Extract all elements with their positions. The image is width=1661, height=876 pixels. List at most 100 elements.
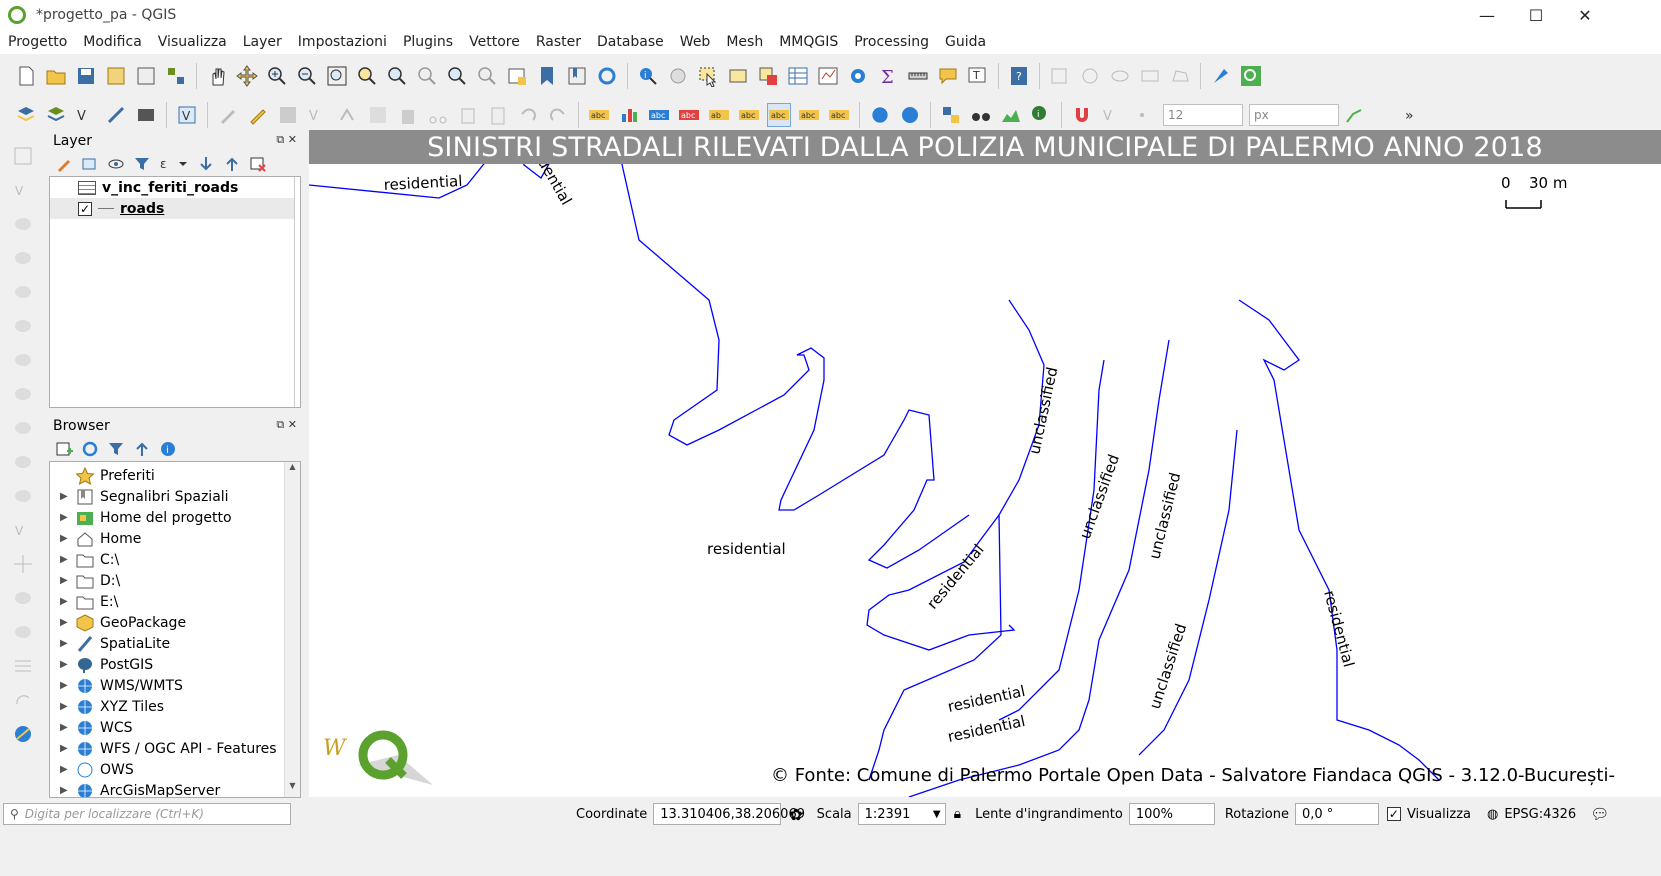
minimize-button[interactable]: —	[1463, 0, 1511, 30]
messages-icon[interactable]: 💬︎	[1590, 805, 1609, 823]
menu-mesh[interactable]: Mesh	[726, 34, 763, 50]
add-raster-layer-icon[interactable]	[44, 103, 68, 127]
layout-manager-icon[interactable]	[134, 64, 158, 88]
select-features-icon[interactable]	[696, 64, 720, 88]
side-tool-11-icon[interactable]	[10, 483, 36, 509]
zoom-in-icon[interactable]	[265, 64, 289, 88]
menu-mmqgis[interactable]: MMQGIS	[779, 34, 838, 50]
vertex-tool-icon[interactable]	[336, 103, 360, 127]
mouse-coord-toggle-icon[interactable]: ✿	[789, 805, 802, 824]
snap-unit-select[interactable]: px	[1249, 104, 1339, 126]
maximize-button[interactable]: ☐	[1512, 0, 1560, 30]
add-ellipse-icon[interactable]	[1108, 64, 1132, 88]
menu-vettore[interactable]: Vettore	[469, 34, 520, 50]
filter-expression-icon[interactable]: ε	[159, 155, 189, 173]
tracing-icon[interactable]	[1342, 103, 1366, 127]
layer-row[interactable]: ✓ roads	[50, 198, 300, 219]
zoom-to-layer-icon[interactable]	[385, 64, 409, 88]
rotate-label-icon[interactable]: abc	[767, 103, 791, 127]
map-canvas[interactable]: residential residential residential uncl…	[309, 130, 1661, 797]
snapping-magnet-icon[interactable]	[1070, 103, 1094, 127]
highlight-labels-icon[interactable]: abc	[677, 103, 701, 127]
new-project-icon[interactable]	[14, 64, 38, 88]
browser-item-wcs[interactable]: ▶ WCS	[50, 717, 300, 738]
web-globe-search-icon[interactable]	[898, 103, 922, 127]
toolbar-overflow-icon[interactable]: »	[1399, 103, 1423, 127]
browser-close-icon[interactable]: ⧉ ✕	[276, 418, 297, 432]
new-bookmark-icon[interactable]	[535, 64, 559, 88]
render-checkbox[interactable]: ✓	[1386, 807, 1401, 821]
side-tool-14-icon[interactable]	[10, 585, 36, 611]
menu-layer[interactable]: Layer	[243, 34, 282, 50]
browser-item-postgis[interactable]: ▶ PostGIS	[50, 654, 300, 675]
side-tool-5-icon[interactable]	[10, 279, 36, 305]
menu-plugins[interactable]: Plugins	[403, 34, 453, 50]
browser-item-d-drive[interactable]: ▶ D:\	[50, 570, 300, 591]
add-rectangle-icon[interactable]	[1138, 64, 1162, 88]
browser-item-wfs[interactable]: ▶ WFS / OGC API - Features	[50, 738, 300, 759]
web-globe-icon[interactable]	[868, 103, 892, 127]
side-tool-15-icon[interactable]	[10, 619, 36, 645]
save-project-icon[interactable]	[74, 64, 98, 88]
current-edits-icon[interactable]	[216, 103, 240, 127]
refresh-icon[interactable]	[595, 64, 619, 88]
attribute-table-icon[interactable]	[786, 64, 810, 88]
add-spatialite-icon[interactable]	[104, 103, 128, 127]
zoom-native-icon[interactable]	[415, 64, 439, 88]
zoom-to-selection-icon[interactable]	[355, 64, 379, 88]
layer-visibility-checkbox[interactable]: ✓	[78, 201, 92, 216]
side-tool-18-icon[interactable]	[10, 721, 36, 747]
pan-hand-icon[interactable]	[205, 64, 229, 88]
label-properties-icon[interactable]: abc	[827, 103, 851, 127]
browser-properties-icon[interactable]: i	[159, 440, 177, 458]
side-tool-17-icon[interactable]	[10, 687, 36, 713]
close-button[interactable]: ✕	[1561, 0, 1609, 30]
add-wfs-icon[interactable]: V	[175, 103, 199, 127]
statistics-sum-icon[interactable]: Σ	[876, 64, 900, 88]
menu-impostazioni[interactable]: Impostazioni	[298, 34, 387, 50]
browser-item-c-drive[interactable]: ▶ C:\	[50, 549, 300, 570]
save-edits-icon[interactable]	[276, 103, 300, 127]
undo-icon[interactable]	[516, 103, 540, 127]
zoom-next-icon[interactable]	[475, 64, 499, 88]
menu-processing[interactable]: Processing	[854, 34, 929, 50]
side-tool-2-icon[interactable]: V	[10, 177, 36, 203]
help-icon[interactable]: ?	[1007, 64, 1031, 88]
side-tool-9-icon[interactable]	[10, 415, 36, 441]
browser-item-e-drive[interactable]: ▶ E:\	[50, 591, 300, 612]
side-tool-4-icon[interactable]	[10, 245, 36, 271]
zoom-full-icon[interactable]	[325, 64, 349, 88]
side-tool-10-icon[interactable]	[10, 449, 36, 475]
side-tool-7-icon[interactable]	[10, 347, 36, 373]
map-tips-icon[interactable]	[936, 64, 960, 88]
show-bookmarks-icon[interactable]	[565, 64, 589, 88]
pin-labels-icon[interactable]: abc	[647, 103, 671, 127]
deselect-icon[interactable]	[756, 64, 780, 88]
menu-visualizza[interactable]: Visualizza	[158, 34, 227, 50]
layer-row[interactable]: v_inc_feriti_roads	[50, 177, 300, 198]
binoculars-icon[interactable]	[969, 103, 993, 127]
side-tool-6-icon[interactable]	[10, 313, 36, 339]
redo-icon[interactable]	[546, 103, 570, 127]
python-console-icon[interactable]	[939, 103, 963, 127]
zoom-last-icon[interactable]	[445, 64, 469, 88]
add-circle-icon[interactable]	[1078, 64, 1102, 88]
style-manager-icon[interactable]	[164, 64, 188, 88]
run-action-icon[interactable]	[666, 64, 690, 88]
zoom-out-icon[interactable]	[295, 64, 319, 88]
measure-icon[interactable]	[906, 64, 930, 88]
grass-tool-icon[interactable]	[1209, 64, 1233, 88]
browser-item-wms[interactable]: ▶ WMS/WMTS	[50, 675, 300, 696]
identify-icon[interactable]: i	[636, 64, 660, 88]
panel-close-icon[interactable]: ⧉ ✕	[276, 133, 297, 147]
side-tool-3-icon[interactable]	[10, 211, 36, 237]
browser-item-spatialite[interactable]: ▶ SpatiaLite	[50, 633, 300, 654]
info-plugin-icon[interactable]: i	[1029, 103, 1053, 127]
menu-modifica[interactable]: Modifica	[83, 34, 142, 50]
filter-legend-icon[interactable]	[133, 155, 151, 173]
browser-item-ows[interactable]: ▶ OWS	[50, 759, 300, 780]
browser-refresh-icon[interactable]	[81, 440, 99, 458]
add-mssql-icon[interactable]	[134, 103, 158, 127]
text-annotation-icon[interactable]: T	[966, 64, 990, 88]
lock-scale-icon[interactable]: 🔒︎	[954, 806, 961, 822]
